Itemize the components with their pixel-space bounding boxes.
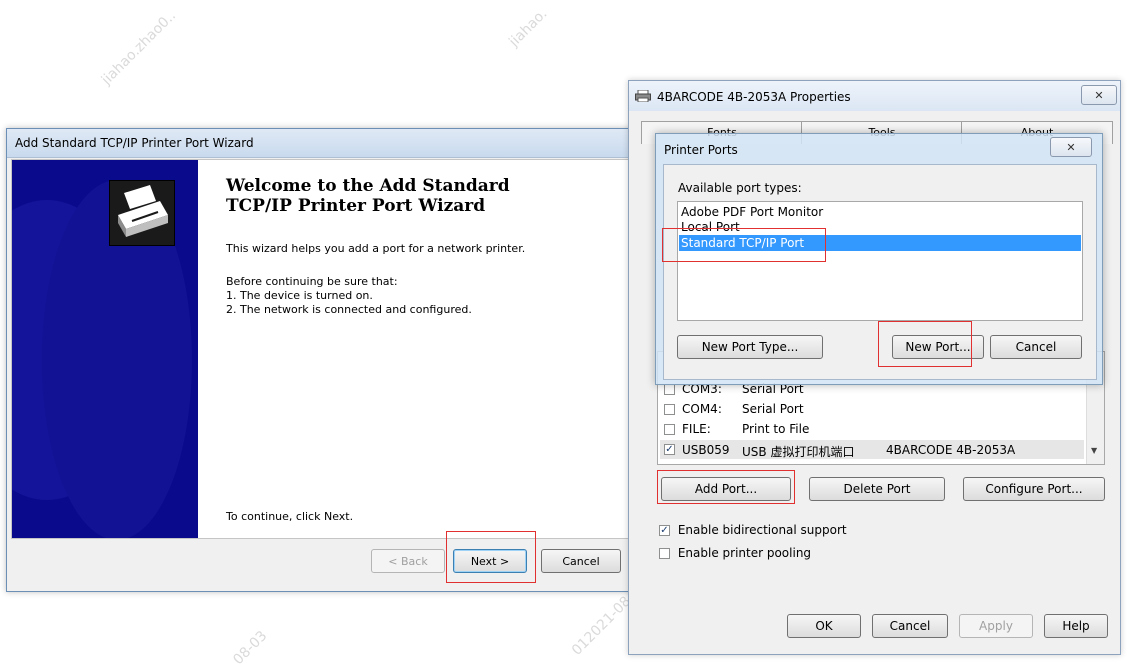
- watermark: 08-03: [230, 627, 271, 668]
- pooling-checkbox[interactable]: [659, 548, 670, 559]
- new-port-type-button[interactable]: New Port Type...: [677, 335, 823, 359]
- add-port-button[interactable]: Add Port...: [661, 477, 791, 501]
- bidirectional-checkbox[interactable]: ✓: [659, 525, 670, 536]
- next-button[interactable]: Next >: [453, 549, 527, 573]
- port-desc: Serial Port: [742, 402, 804, 416]
- port-desc: Print to File: [742, 422, 810, 436]
- pooling-label: Enable printer pooling: [677, 546, 812, 560]
- wizard-continue-text: To continue, click Next.: [226, 510, 354, 523]
- port-type-item[interactable]: Local Port: [681, 219, 740, 235]
- printer-small-icon-graphic: [635, 89, 651, 103]
- properties-title-bar[interactable]: 4BARCODE 4B-2053A Properties ✕: [629, 81, 1120, 111]
- wizard-heading-line1: Welcome to the Add Standard: [226, 176, 510, 196]
- port-row-file[interactable]: FILE: Print to File: [664, 422, 809, 436]
- ports-dialog-close-button[interactable]: ✕: [1050, 137, 1092, 157]
- delete-port-button[interactable]: Delete Port: [809, 477, 945, 501]
- wizard-heading-line2: TCP/IP Printer Port Wizard: [226, 196, 486, 216]
- available-port-types-label: Available port types:: [678, 181, 802, 195]
- port-type-selected-label: Standard TCP/IP Port: [681, 236, 805, 250]
- port-name: FILE:: [682, 422, 711, 436]
- back-button[interactable]: < Back: [371, 549, 445, 573]
- wizard-intro: This wizard helps you add a port for a n…: [226, 242, 526, 255]
- port-row-com4[interactable]: COM4: Serial Port: [664, 402, 804, 416]
- port-printer: 4BARCODE 4B-2053A: [886, 443, 1016, 457]
- help-button[interactable]: Help: [1044, 614, 1108, 638]
- pooling-option[interactable]: Enable printer pooling: [659, 546, 811, 560]
- printer-small-icon: [635, 89, 651, 103]
- printer-icon: [109, 180, 175, 246]
- port-desc: USB 虚拟打印机端口: [742, 445, 855, 459]
- printer-ports-dialog: Printer Ports ✕ Available port types: Ad…: [655, 133, 1103, 385]
- port-type-item-selected[interactable]: Standard TCP/IP Port: [679, 235, 1081, 251]
- properties-cancel-button[interactable]: Cancel: [872, 614, 948, 638]
- configure-port-button[interactable]: Configure Port...: [963, 477, 1105, 501]
- apply-button[interactable]: Apply: [959, 614, 1033, 638]
- properties-title: 4BARCODE 4B-2053A Properties: [657, 90, 851, 104]
- close-icon: ✕: [1094, 88, 1104, 102]
- wizard-cancel-button[interactable]: Cancel: [541, 549, 621, 573]
- port-checkbox[interactable]: [664, 404, 675, 415]
- port-name: COM4:: [682, 402, 722, 416]
- wizard-before-text: Before continuing be sure that:: [226, 275, 398, 288]
- ports-dialog-cancel-button[interactable]: Cancel: [990, 335, 1082, 359]
- port-checkbox[interactable]: [664, 384, 675, 395]
- wizard-step1: 1. The device is turned on.: [226, 289, 373, 302]
- watermark: jiahao.zhao0..: [98, 7, 180, 89]
- wizard-title: Add Standard TCP/IP Printer Port Wizard: [15, 136, 254, 150]
- ports-dialog-title: Printer Ports: [664, 143, 738, 157]
- watermark: jiahao.: [506, 5, 551, 51]
- port-types-list[interactable]: Adobe PDF Port Monitor Local Port Standa…: [677, 201, 1083, 321]
- printer-icon-graphic: [110, 181, 174, 245]
- bidirectional-label: Enable bidirectional support: [677, 523, 847, 537]
- port-name: USB059: [682, 443, 730, 457]
- ports-dialog-title-bar[interactable]: Printer Ports ✕: [656, 134, 1102, 162]
- bidirectional-option[interactable]: ✓ Enable bidirectional support: [659, 523, 847, 537]
- port-row-usb059[interactable]: ✓ USB059 USB 虚拟打印机端口 4BARCODE 4B-2053A: [660, 440, 1084, 459]
- scroll-down-icon[interactable]: ▼: [1091, 446, 1097, 455]
- wizard-content: Welcome to the Add Standard TCP/IP Print…: [11, 159, 635, 539]
- wizard-step2: 2. The network is connected and configur…: [226, 303, 472, 316]
- wizard-title-bar[interactable]: Add Standard TCP/IP Printer Port Wizard: [7, 129, 637, 158]
- new-port-button[interactable]: New Port...: [892, 335, 984, 359]
- port-checkbox[interactable]: [664, 424, 675, 435]
- close-icon: ✕: [1066, 140, 1076, 154]
- ok-button[interactable]: OK: [787, 614, 861, 638]
- ports-dialog-body: Available port types: Adobe PDF Port Mon…: [663, 164, 1097, 380]
- wizard-window: Add Standard TCP/IP Printer Port Wizard …: [6, 128, 638, 592]
- wizard-heading: Welcome to the Add Standard TCP/IP Print…: [226, 176, 510, 216]
- wizard-banner: [12, 160, 198, 538]
- port-checkbox-checked[interactable]: ✓: [664, 444, 675, 455]
- properties-close-button[interactable]: ✕: [1081, 85, 1117, 105]
- port-type-item[interactable]: Adobe PDF Port Monitor: [681, 204, 823, 220]
